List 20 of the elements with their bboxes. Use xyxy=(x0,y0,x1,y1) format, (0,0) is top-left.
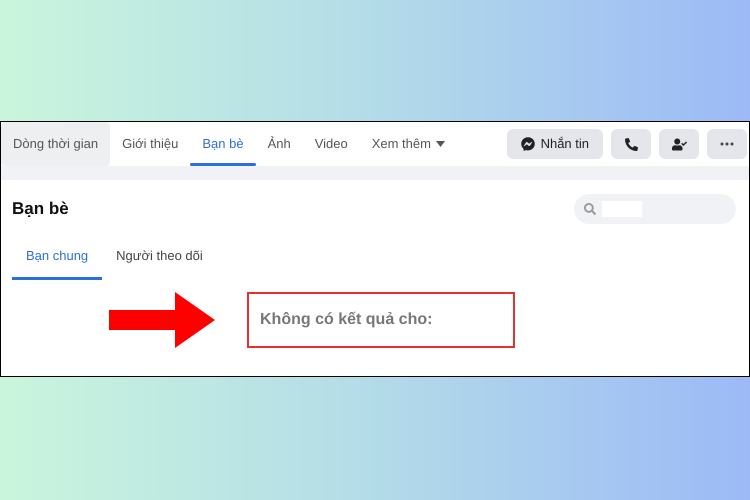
profile-tab[interactable]: Bạn bè xyxy=(190,122,256,166)
profile-tab[interactable]: Xem thêm xyxy=(360,122,457,166)
friend-check-icon xyxy=(672,136,686,152)
friends-filter-tab[interactable]: Bạn chung xyxy=(12,232,102,280)
icon-button[interactable] xyxy=(659,129,699,159)
friends-filter-tab[interactable]: Người theo dõi xyxy=(102,232,217,280)
profile-tab[interactable]: Dòng thời gian xyxy=(1,122,110,166)
icon-button[interactable] xyxy=(611,129,651,159)
messenger-icon xyxy=(520,137,535,151)
profile-tab[interactable]: Giới thiệu xyxy=(110,122,190,166)
more-icon xyxy=(720,142,734,146)
no-results-text: Không có kết quả cho: xyxy=(260,310,432,330)
phone-icon xyxy=(624,138,638,150)
profile-tab[interactable]: Video xyxy=(302,122,360,166)
profile-tab[interactable]: Ảnh xyxy=(256,122,303,166)
section-title: Bạn bè xyxy=(12,198,69,220)
message-button[interactable]: Nhắn tin xyxy=(506,129,603,159)
arrow-icon xyxy=(107,290,217,350)
search-icon xyxy=(584,203,596,215)
search-field[interactable] xyxy=(574,194,736,224)
